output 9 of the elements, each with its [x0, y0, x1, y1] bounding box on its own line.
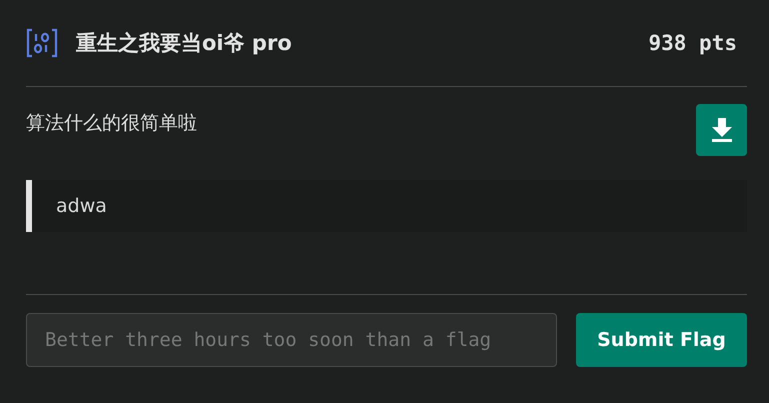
submit-flag-button[interactable]: Submit Flag	[576, 313, 747, 367]
challenge-title: 重生之我要当oi爷 pro	[76, 30, 293, 57]
binary-icon	[26, 28, 58, 58]
hint-quote: adwa	[26, 180, 747, 232]
download-button[interactable]	[696, 104, 747, 156]
challenge-description: 算法什么的很简单啦	[26, 111, 197, 136]
points-label: 938 pts	[648, 31, 737, 55]
flag-input-field[interactable]: Better three hours too soon than a flag	[26, 313, 557, 367]
download-icon	[710, 118, 732, 142]
